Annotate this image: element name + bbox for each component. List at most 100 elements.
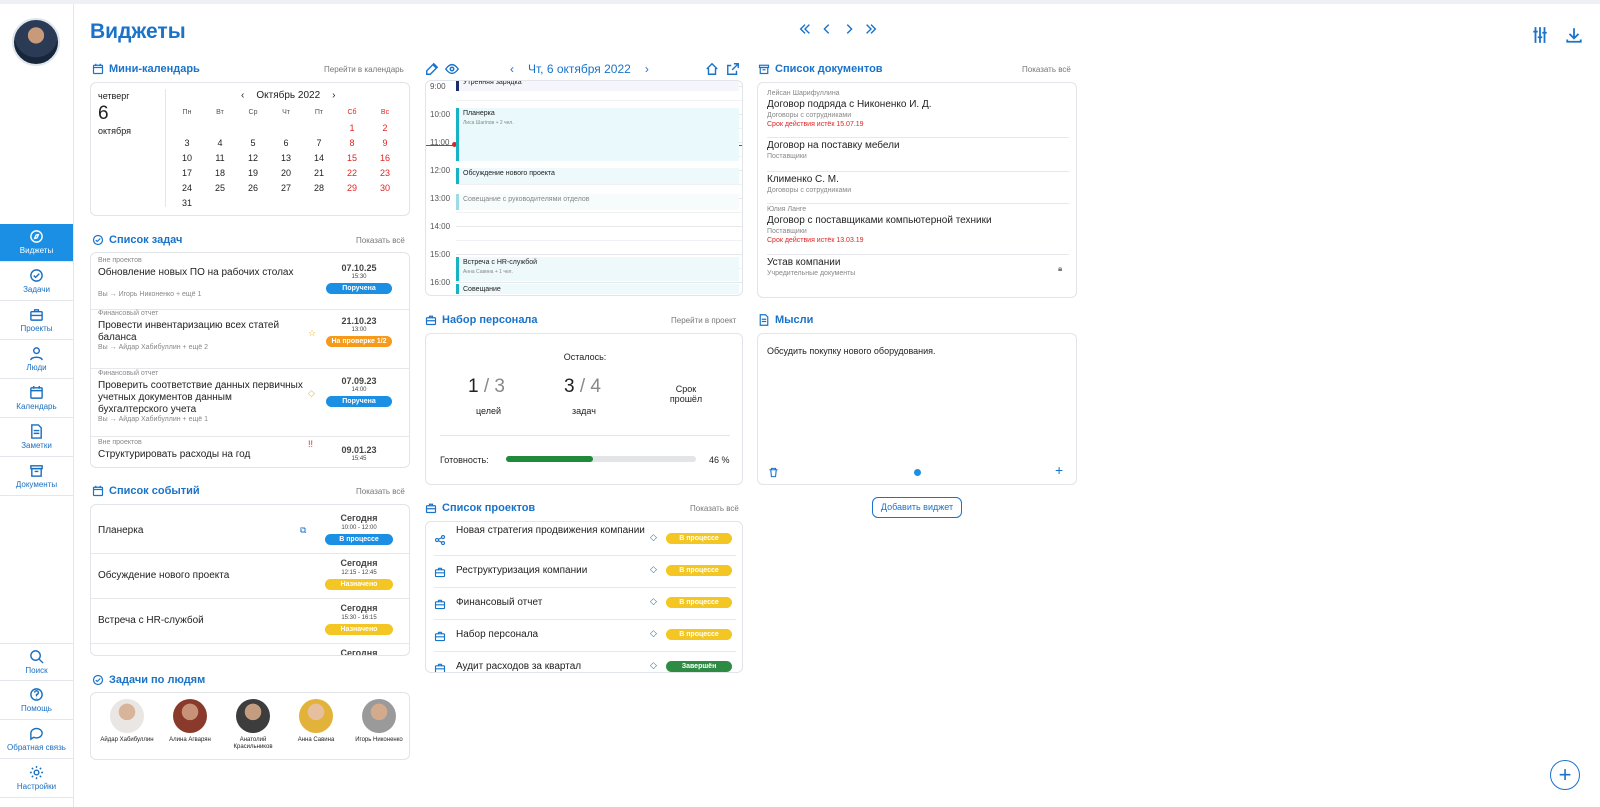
trash-icon[interactable] [768,467,779,478]
calendar-day[interactable]: 2 [375,123,395,133]
calendar-day[interactable]: 11 [210,153,230,163]
event-item[interactable]: Встреча с HR-службой Сегодня 15:30 - 16:15… [91,601,409,645]
person-item[interactable]: Анна Савина [286,699,346,744]
calendar-day[interactable]: 17 [177,168,197,178]
documents-show-all-link[interactable]: Показать всё [1022,65,1071,74]
chevron-right-icon[interactable] [842,22,856,36]
task-item[interactable]: Вне проектов Структурировать расходы на г… [91,439,409,467]
calendar-day[interactable]: 7 [309,138,329,148]
go-to-project-link[interactable]: Перейти в проект [671,316,736,325]
sliders-icon[interactable] [1531,26,1549,44]
task-item[interactable]: Вне проектов Обновление новых ПО на рабоч… [91,257,409,309]
download-icon[interactable] [1565,26,1583,44]
calendar-day[interactable]: 26 [243,183,263,193]
day-event[interactable]: Планерка Лиса Шагіпов + 2 чел. [456,108,739,161]
calendar-day[interactable]: 18 [210,168,230,178]
plus-icon[interactable]: + [1055,462,1063,478]
project-item[interactable]: Аудит расходов за квартал ◇ Завершён [426,651,742,672]
sidebar-item-3[interactable]: Люди [0,341,73,379]
calendar-day[interactable]: 20 [276,168,296,178]
calendar-day[interactable]: 1 [342,123,362,133]
go-to-calendar-link[interactable]: Перейти в календарь [324,65,404,74]
person-item[interactable]: Айдар Хабибуллин [97,699,157,744]
calendar-day[interactable]: 10 [177,153,197,163]
project-item[interactable]: Набор персонала ◇ В процессе [426,619,742,651]
day-event[interactable]: Утренняя зарядка [456,81,739,91]
day-event[interactable]: Встреча с HR-службой Анна Савина + 1 чел. [456,257,739,281]
thought-text[interactable]: Обсудить покупку нового оборудования. [767,346,936,356]
calendar-day[interactable]: 29 [342,183,362,193]
calendar-day[interactable]: 12 [243,153,263,163]
add-widget-button[interactable]: Добавить виджет [872,497,962,518]
calendar-day[interactable]: 19 [243,168,263,178]
task-item[interactable]: Финансовый отчет Провести инвентаризацию … [91,310,409,368]
calendar-day[interactable]: 4 [210,138,230,148]
calendar-day[interactable]: 13 [276,153,296,163]
document-item[interactable]: Договор на поставку мебели Поставщики [758,137,1076,171]
prev-day-button[interactable]: ‹ [510,62,514,76]
day-event-sub: Анна Савина + 1 чел. [463,269,513,275]
user-avatar[interactable] [12,18,60,66]
document-item[interactable]: Лейсан Шарифуллина Договор подряда с Нико… [758,87,1076,137]
calendar-day[interactable]: 15 [342,153,362,163]
task-item[interactable]: Финансовый отчет Проверить соответствие д… [91,370,409,436]
document-item[interactable]: Клименко С. М. Договоры с сотрудниками [758,171,1076,203]
document-item[interactable]: Юлия Ланге Договор с поставщиками компьют… [758,203,1076,254]
tasks-show-all-link[interactable]: Показать всё [356,236,405,245]
document-item[interactable]: Устав компании Учредительные документы 🔒︎ [758,254,1076,294]
project-item[interactable]: Новая стратегия продвижения компании ◇ В п… [426,522,742,555]
events-show-all-link[interactable]: Показать всё [356,487,405,496]
external-link-icon[interactable] [726,62,740,76]
sidebar-item-4[interactable]: Календарь [0,380,73,418]
calendar-day[interactable]: 21 [309,168,329,178]
sidebar-bottom-item-2[interactable]: Обратная связь [0,721,73,759]
calendar-day[interactable]: 28 [309,183,329,193]
sidebar-item-0[interactable]: Виджеты [0,224,73,262]
calendar-day[interactable]: 5 [243,138,263,148]
month-year: Октябрь 2022 [256,90,321,101]
day-event[interactable]: Совещание [456,284,739,294]
add-fab-button[interactable]: + [1550,760,1580,790]
page-indicator-dot[interactable] [914,469,921,476]
calendar-day[interactable]: 9 [375,138,395,148]
person-item[interactable]: Игорь Никоненко [349,699,409,744]
next-month-button[interactable]: › [332,90,335,101]
calendar-day[interactable]: 22 [342,168,362,178]
day-event[interactable]: Совещание с руководителями отделов [456,194,739,210]
sidebar-item-5[interactable]: Заметки [0,419,73,457]
calendar-day[interactable]: 23 [375,168,395,178]
calendar-day[interactable]: 31 [177,198,197,208]
chevron-left-icon[interactable] [820,22,834,36]
prev-month-button[interactable]: ‹ [241,90,244,101]
project-item[interactable]: Финансовый отчет ◇ В процессе [426,587,742,619]
calendar-day[interactable]: 25 [210,183,230,193]
calendar-day[interactable]: 24 [177,183,197,193]
sidebar-bottom-item-1[interactable]: Помощь [0,682,73,720]
calendar-day[interactable]: 3 [177,138,197,148]
person-item[interactable]: Алина Агварян [160,699,220,744]
eye-icon[interactable] [445,62,459,76]
calendar-day[interactable]: 8 [342,138,362,148]
event-item[interactable]: Обсуждение нового проекта Сегодня 12:15 - … [91,556,409,600]
calendar-day[interactable]: 14 [309,153,329,163]
sidebar-bottom-item-3[interactable]: Настройки [0,760,73,798]
projects-show-all-link[interactable]: Показать всё [690,504,739,513]
calendar-day[interactable]: 27 [276,183,296,193]
event-item[interactable]: Сегодня [91,646,409,655]
sidebar-item-6[interactable]: Документы [0,458,73,496]
sidebar-item-1[interactable]: Задачи [0,263,73,301]
calendar-day[interactable]: 30 [375,183,395,193]
sidebar-item-2[interactable]: Проекты [0,302,73,340]
edit-icon[interactable] [425,62,439,76]
event-item[interactable]: Планерка ⧉ Сегодня 10:00 - 12:00 В процессе [91,511,409,555]
sidebar-bottom-item-0[interactable]: Поиск [0,643,73,681]
next-day-button[interactable]: › [645,62,649,76]
home-icon[interactable] [705,62,719,76]
person-item[interactable]: Анатолий Красильников [223,699,283,751]
project-item[interactable]: Реструктуризация компании ◇ В процессе [426,555,742,587]
calendar-day[interactable]: 6 [276,138,296,148]
calendar-day[interactable]: 16 [375,153,395,163]
double-chevron-right-icon[interactable] [864,22,878,36]
day-event[interactable]: Обсуждение нового проекта [456,168,739,184]
double-chevron-left-icon[interactable] [798,22,812,36]
